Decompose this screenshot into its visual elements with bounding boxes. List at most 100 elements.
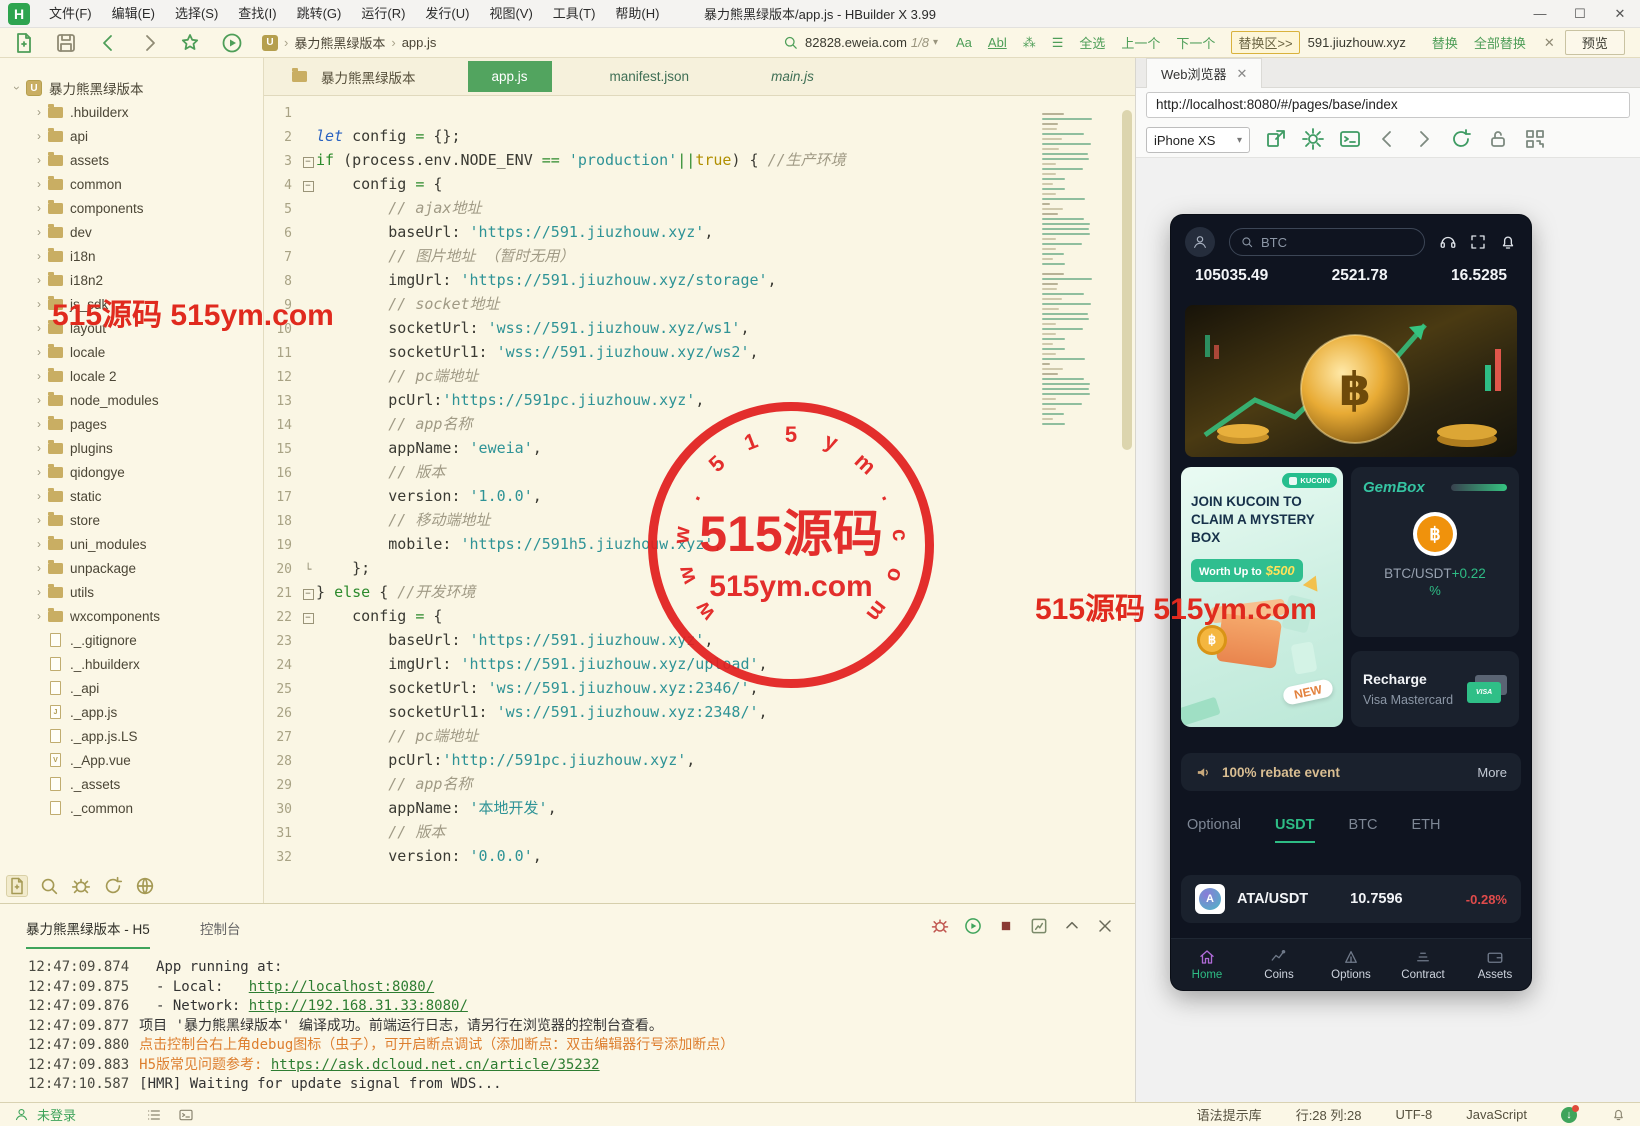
explorer-refresh-icon[interactable] [102, 875, 124, 897]
code-line[interactable]: 22− config = { [264, 604, 846, 628]
code-line[interactable]: 14 // app名称 [264, 412, 846, 436]
editor-scrollbar[interactable] [1122, 110, 1132, 450]
tree-folder[interactable]: ›qidongye [0, 460, 263, 484]
menu-item[interactable]: 视图(V) [480, 0, 541, 28]
hero-banner-image[interactable]: ฿ [1185, 305, 1517, 457]
tree-folder[interactable]: ›components [0, 196, 263, 220]
minimap[interactable] [1042, 108, 1098, 428]
tree-file[interactable]: ._api [0, 676, 263, 700]
tree-folder[interactable]: ›i18n [0, 244, 263, 268]
console-link[interactable]: http://localhost:8080/ [249, 979, 434, 995]
code-line[interactable]: 28 pcUrl:'http://591pc.jiuzhouw.xyz', [264, 748, 846, 772]
minimize-button[interactable]: — [1520, 0, 1560, 28]
favorite-star-icon[interactable] [178, 31, 202, 55]
notifications-bell-icon[interactable] [1499, 233, 1517, 251]
code-line[interactable]: 32 version: '0.0.0', [264, 844, 846, 868]
code-line[interactable]: 5 // ajax地址 [264, 196, 846, 220]
search-history-caret-icon[interactable]: ▾ [933, 37, 938, 48]
menu-item[interactable]: 编辑(E) [103, 0, 164, 28]
lock-icon[interactable] [1486, 127, 1510, 151]
tree-folder[interactable]: ›wxcomponents [0, 604, 263, 628]
previous-match-button[interactable]: 上一个 [1121, 33, 1160, 52]
browser-refresh-icon[interactable] [1449, 127, 1473, 151]
outline-list-icon[interactable] [146, 1107, 162, 1123]
search-input[interactable]: BTC [1229, 228, 1425, 256]
gembox-card[interactable]: GemBox ฿ BTC/USDT+0.22 % [1351, 467, 1519, 637]
update-download-icon[interactable]: ↓ [1561, 1107, 1577, 1123]
code-line[interactable]: 4− config = { [264, 172, 846, 196]
code-line[interactable]: 18 // 移动端地址 [264, 508, 846, 532]
tree-folder[interactable]: ›layout [0, 316, 263, 340]
console-link[interactable]: https://ask.dcloud.net.cn/article/35232 [271, 1057, 600, 1073]
code-line[interactable]: 7 // 图片地址 （暂时无用） [264, 244, 846, 268]
run-icon[interactable] [220, 31, 244, 55]
tree-file[interactable]: ._app.js.LS [0, 724, 263, 748]
code-line[interactable]: 8 imgUrl: 'https://591.jiuzhouw.xyz/stor… [264, 268, 846, 292]
kucoin-banner[interactable]: KUCOIN JOIN KUCOIN TO CLAIM A MYSTERY BO… [1181, 467, 1343, 727]
debug-bug-icon[interactable] [930, 916, 950, 936]
menu-item[interactable]: 文件(F) [40, 0, 101, 28]
stop-icon[interactable] [996, 916, 1016, 936]
encoding[interactable]: UTF-8 [1395, 1107, 1432, 1122]
explorer-search-icon[interactable] [38, 875, 60, 897]
breadcrumb-file[interactable]: app.js [402, 35, 437, 50]
code-line[interactable]: 3−if (process.env.NODE_ENV == 'productio… [264, 148, 846, 172]
code-line[interactable]: 15 appName: 'eweia', [264, 436, 846, 460]
forward-icon[interactable] [138, 31, 162, 55]
explorer-bug-icon[interactable] [70, 875, 92, 897]
back-icon[interactable] [96, 31, 120, 55]
close-panel-icon[interactable] [1095, 916, 1115, 936]
open-external-icon[interactable] [1264, 127, 1288, 151]
code-line[interactable]: 27 // pc端地址 [264, 724, 846, 748]
url-input[interactable]: http://localhost:8080/#/pages/base/index [1146, 92, 1630, 118]
code-line[interactable]: 31 // 版本 [264, 820, 846, 844]
tree-folder[interactable]: ›pages [0, 412, 263, 436]
search-icon[interactable] [782, 34, 799, 51]
code-line[interactable]: 20└ }; [264, 556, 846, 580]
export-log-icon[interactable] [1029, 916, 1049, 936]
console-link[interactable]: http://192.168.31.33:8080/ [249, 998, 468, 1014]
code-line[interactable]: 24 imgUrl: 'https://591.jiuzhouw.xyz/upl… [264, 652, 846, 676]
tree-folder[interactable]: ›unpackage [0, 556, 263, 580]
nav-options[interactable]: Options [1315, 939, 1387, 990]
editor-tab-main.js[interactable]: main.js [747, 61, 838, 92]
tree-folder[interactable]: ›.hbuilderx [0, 100, 263, 124]
tree-folder[interactable]: ›locale 2 [0, 364, 263, 388]
match-case-button[interactable]: Aa [956, 35, 972, 50]
code-line[interactable]: 2let config = {}; [264, 124, 846, 148]
code-line[interactable]: 29 // app名称 [264, 772, 846, 796]
new-file-icon[interactable] [12, 31, 36, 55]
in-selection-button[interactable]: ☰ [1052, 35, 1064, 51]
close-find-icon[interactable]: ✕ [1544, 35, 1555, 51]
market-tab-ETH[interactable]: ETH [1412, 817, 1441, 843]
restart-icon[interactable] [963, 916, 983, 936]
tree-folder[interactable]: ›common [0, 172, 263, 196]
device-select[interactable]: iPhone XS▾ [1146, 127, 1250, 153]
tree-file[interactable]: V._App.vue [0, 748, 263, 772]
browser-forward-icon[interactable] [1412, 127, 1436, 151]
browser-back-icon[interactable] [1375, 127, 1399, 151]
menu-item[interactable]: 发行(U) [416, 0, 478, 28]
preview-button[interactable]: 预览 [1565, 30, 1625, 55]
nav-contract[interactable]: Contract [1387, 939, 1459, 990]
replace-zone-button[interactable]: 替换区>> [1231, 31, 1299, 54]
menu-item[interactable]: 跳转(G) [288, 0, 351, 28]
editor-tab-manifest.json[interactable]: manifest.json [586, 61, 714, 92]
avatar[interactable] [1185, 227, 1215, 257]
tree-file[interactable]: ._common [0, 796, 263, 820]
language-mode[interactable]: JavaScript [1466, 1107, 1527, 1122]
explorer-folder-icon[interactable] [6, 875, 28, 897]
code-line[interactable]: 25 socketUrl: 'ws://591.jiuzhouw.xyz:234… [264, 676, 846, 700]
terminal-icon[interactable] [178, 1107, 194, 1123]
menu-item[interactable]: 工具(T) [544, 0, 605, 28]
tree-folder[interactable]: ›js_sdk [0, 292, 263, 316]
replace-input[interactable]: 591.jiuzhouw.xyz [1308, 35, 1406, 50]
code-line[interactable]: 6 baseUrl: 'https://591.jiuzhouw.xyz', [264, 220, 846, 244]
replace-all-button[interactable]: 全部替换 [1474, 33, 1526, 52]
code-area[interactable]: 12let config = {};3−if (process.env.NODE… [264, 100, 846, 868]
market-tab-Optional[interactable]: Optional [1187, 817, 1241, 843]
menu-item[interactable]: 运行(R) [352, 0, 414, 28]
notification-bell-icon[interactable] [1611, 1107, 1626, 1122]
recharge-card[interactable]: Recharge Visa Mastercard VISA [1351, 651, 1519, 727]
code-line[interactable]: 11 socketUrl1: 'wss://591.jiuzhouw.xyz/w… [264, 340, 846, 364]
